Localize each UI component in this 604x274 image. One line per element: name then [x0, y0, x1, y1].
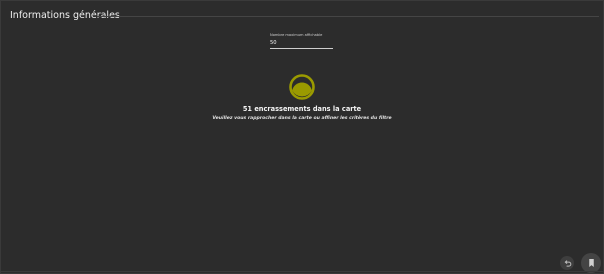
- zoom-hint: Veuillez vous rapprocher dans la carte o…: [212, 116, 392, 121]
- panel-header: Informations générales: [1, 1, 603, 29]
- max-display-field[interactable]: Nombre maximum affichable 50: [270, 33, 333, 49]
- info-panel: Informations générales Nombre maximum af…: [0, 0, 604, 274]
- half-filled-circle-icon: [288, 73, 316, 101]
- undo-icon: [564, 259, 571, 267]
- undo-button[interactable]: [560, 256, 574, 270]
- encrassements-count: 51 encrassements dans la carte: [242, 105, 362, 113]
- bottom-divider: [1, 271, 603, 272]
- max-display-input[interactable]: 50: [270, 40, 333, 49]
- max-display-label: Nombre maximum affichable: [270, 33, 323, 37]
- bookmark-button[interactable]: [581, 253, 601, 273]
- title-divider: [97, 16, 599, 17]
- bookmark-icon: [588, 258, 594, 268]
